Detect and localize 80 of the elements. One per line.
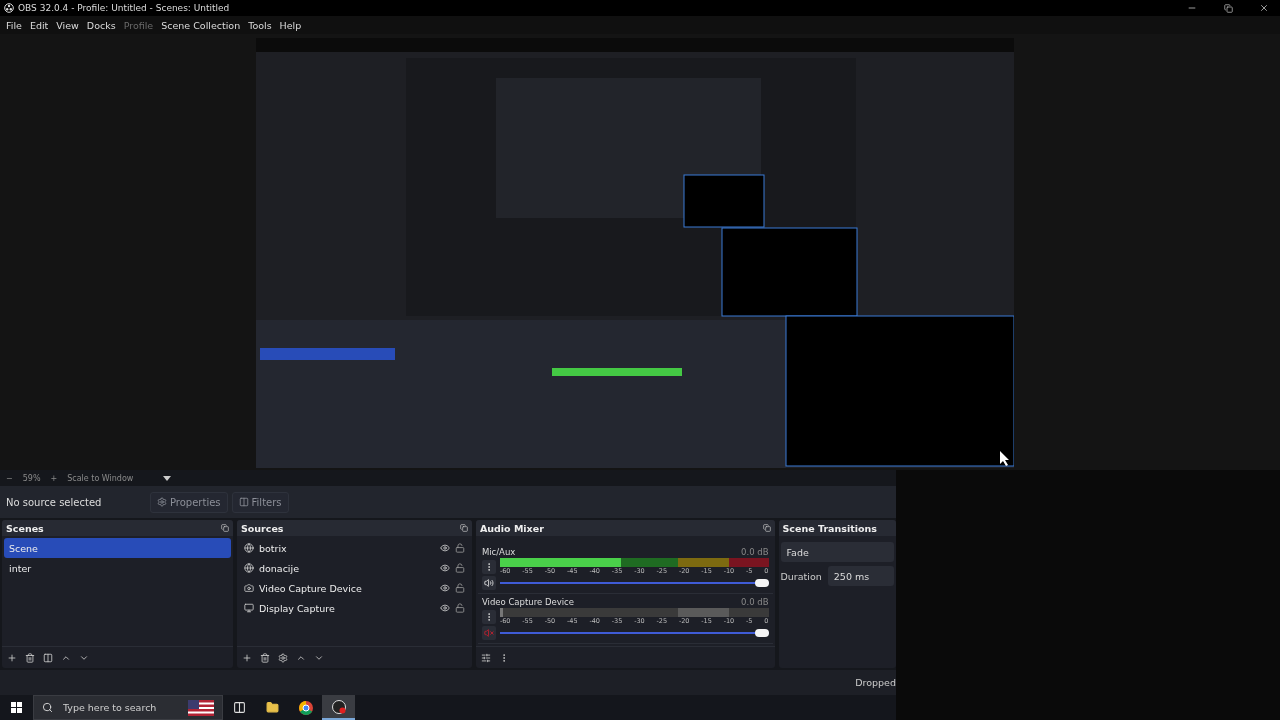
zoom-out-button[interactable]: − [6, 473, 13, 483]
unlock-icon[interactable] [454, 583, 465, 593]
menu-item[interactable]: Scene Collection [157, 19, 245, 31]
app-logo-icon [4, 3, 14, 13]
menu-item[interactable]: File [2, 19, 26, 31]
scene-item[interactable]: inter [4, 558, 231, 578]
muted-speaker-icon [483, 628, 494, 638]
add-icon[interactable] [241, 652, 252, 663]
add-icon[interactable] [7, 652, 17, 663]
channel-menu-button[interactable] [481, 609, 496, 624]
gear-icon [157, 497, 167, 507]
speaker-icon [483, 578, 494, 588]
task-view-icon [233, 701, 246, 714]
close-icon [1259, 3, 1269, 13]
menu-item[interactable]: View [52, 19, 83, 31]
browser-icon [298, 700, 313, 715]
search-bar[interactable]: Type here to search [33, 695, 223, 720]
source-name: Display Capture [258, 602, 336, 614]
source-item[interactable]: Video Capture Device [238, 578, 470, 598]
properties-button[interactable]: Properties [150, 491, 228, 513]
filters-button[interactable]: Filters [231, 491, 289, 513]
menu-item[interactable]: Tools [244, 19, 276, 31]
source-item[interactable]: Display Capture [238, 598, 470, 618]
dropped-frames-status: Dropped [855, 677, 896, 688]
source-name: botrix [258, 542, 288, 554]
trash-icon[interactable] [25, 652, 35, 663]
search-field[interactable]: Type here to search [61, 701, 180, 714]
eye-icon[interactable] [439, 583, 450, 593]
duration-label: Duration [780, 570, 822, 582]
zoom-level: 59% [22, 473, 41, 483]
unlock-icon[interactable] [454, 563, 465, 573]
dock-title: Sources [240, 522, 284, 534]
duration-field[interactable]: 250 ms [827, 566, 894, 586]
windows-icon [11, 702, 22, 713]
undock-icon[interactable] [220, 524, 229, 532]
channel-name: Video Capture Device [481, 597, 574, 607]
caret-icon[interactable] [163, 475, 172, 481]
channel-name: Mic/Aux [481, 547, 516, 557]
globe-icon [243, 543, 254, 553]
folder-icon [266, 701, 279, 714]
dock-title: Scenes [6, 522, 44, 534]
dock-title: Audio Mixer [479, 522, 544, 534]
flag-icon [188, 699, 214, 716]
eye-icon[interactable] [439, 603, 450, 613]
menu-item[interactable]: Edit [25, 19, 53, 31]
selection-status: No source selected [6, 496, 103, 508]
channel-menu-button[interactable] [481, 559, 496, 574]
globe-icon [243, 563, 254, 573]
transition-dropdown[interactable]: Fade [780, 542, 894, 562]
channel-reading: 0.0 dB [741, 597, 769, 607]
volume-slider[interactable] [499, 626, 769, 640]
search-icon [42, 702, 53, 713]
undock-icon[interactable] [762, 524, 771, 532]
volume-slider[interactable] [499, 576, 769, 590]
menu-item[interactable]: Docks [82, 19, 120, 31]
taskbar-app[interactable] [322, 695, 355, 720]
monitor-icon [243, 603, 254, 613]
restore-icon [1223, 3, 1233, 13]
source-item[interactable]: botrix [238, 538, 470, 558]
zoom-in-button[interactable]: + [50, 473, 58, 483]
unlock-icon[interactable] [454, 543, 465, 553]
channel-reading: 0.0 dB [741, 547, 769, 557]
eye-icon[interactable] [439, 563, 450, 573]
scene-item[interactable]: Scene [4, 538, 231, 558]
scale-mode-dropdown[interactable]: Scale to Window [67, 473, 134, 483]
mute-button[interactable] [481, 576, 496, 590]
source-name: donacije [258, 562, 300, 574]
trash-icon[interactable] [259, 652, 270, 663]
filter-icon[interactable] [43, 652, 53, 663]
source-item[interactable]: donacije [238, 558, 470, 578]
recorder-icon [331, 699, 346, 714]
eye-icon[interactable] [439, 543, 450, 553]
window-title: OBS 32.0.4 - Profile: Untitled - Scenes: Untitled [18, 3, 231, 13]
undock-icon[interactable] [459, 524, 468, 532]
menu-item[interactable]: Help [275, 19, 306, 31]
dock-title: Scene Transitions [782, 522, 877, 534]
camera-icon [243, 583, 254, 593]
source-name: Video Capture Device [258, 582, 363, 594]
filter-icon [238, 497, 249, 507]
unlock-icon[interactable] [454, 603, 465, 613]
